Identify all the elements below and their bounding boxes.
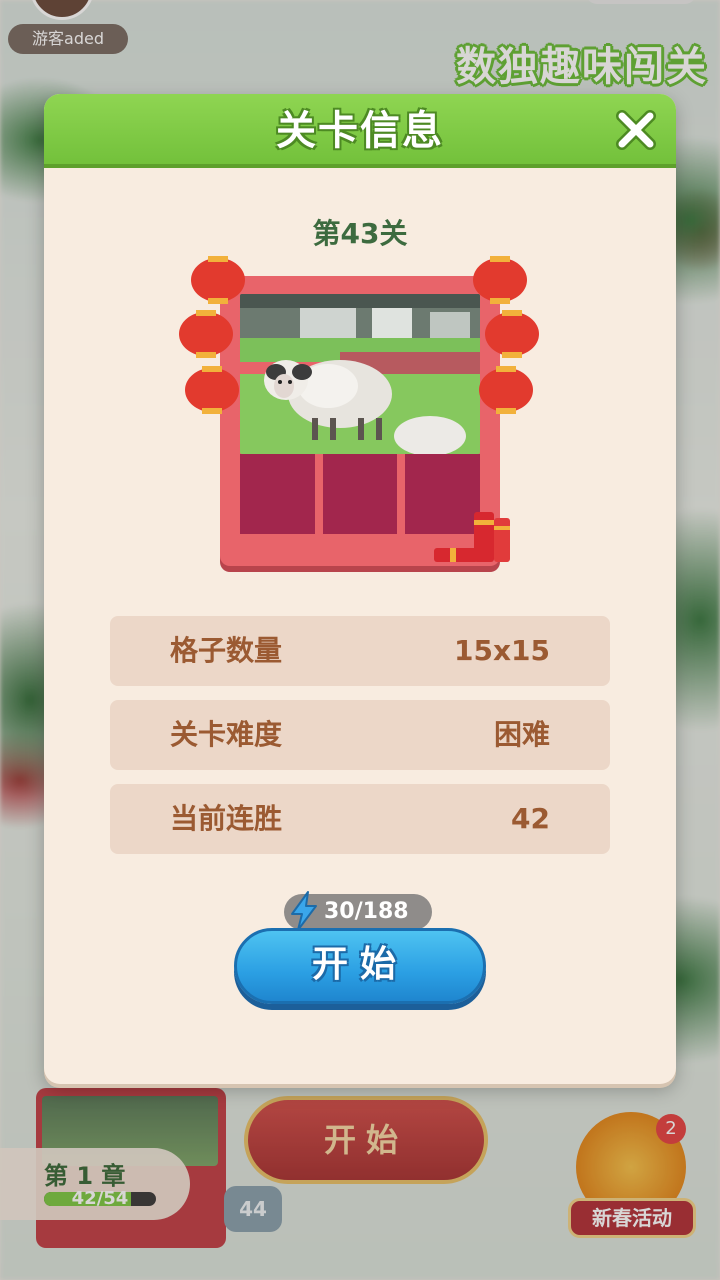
- modal-title: 关卡信息: [276, 108, 444, 154]
- level-number: 第43关: [312, 217, 408, 250]
- firecracker-icon: [434, 512, 510, 562]
- frame-slot: [322, 454, 398, 534]
- energy-counter: 30/188: [284, 891, 432, 931]
- level-preview-frame: [179, 256, 539, 566]
- modal-header: 关卡信息: [44, 94, 676, 168]
- info-value: 困难: [493, 718, 550, 751]
- start-button-label: 开始: [311, 944, 408, 985]
- info-row-win-streak: 当前连胜 42: [110, 784, 610, 854]
- lantern-icon: [473, 256, 527, 304]
- info-row-difficulty: 关卡难度 困难: [110, 700, 610, 770]
- info-value: 42: [511, 802, 550, 835]
- energy-text: 30/188: [324, 899, 409, 924]
- info-label: 格子数量: [170, 634, 283, 667]
- level-preview-image: [240, 294, 480, 454]
- lantern-icon: [185, 366, 239, 414]
- start-button[interactable]: 开始: [234, 928, 486, 1004]
- close-icon: [616, 110, 656, 150]
- info-label: 当前连胜: [170, 802, 283, 835]
- frame-slot: [240, 454, 315, 534]
- info-value: 15x15: [454, 634, 550, 667]
- lantern-icon: [179, 310, 233, 358]
- lantern-icon: [479, 366, 533, 414]
- lantern-icon: [191, 256, 245, 304]
- info-row-grid-size: 格子数量 15x15: [110, 616, 610, 686]
- lantern-icon: [485, 310, 539, 358]
- level-info-modal: 关卡信息 第43关 格子数量 15x15 关卡难度 困难 当前连胜 42 30/…: [44, 94, 676, 1084]
- close-button[interactable]: [610, 104, 662, 156]
- info-label: 关卡难度: [170, 718, 283, 751]
- lightning-icon: [291, 891, 317, 931]
